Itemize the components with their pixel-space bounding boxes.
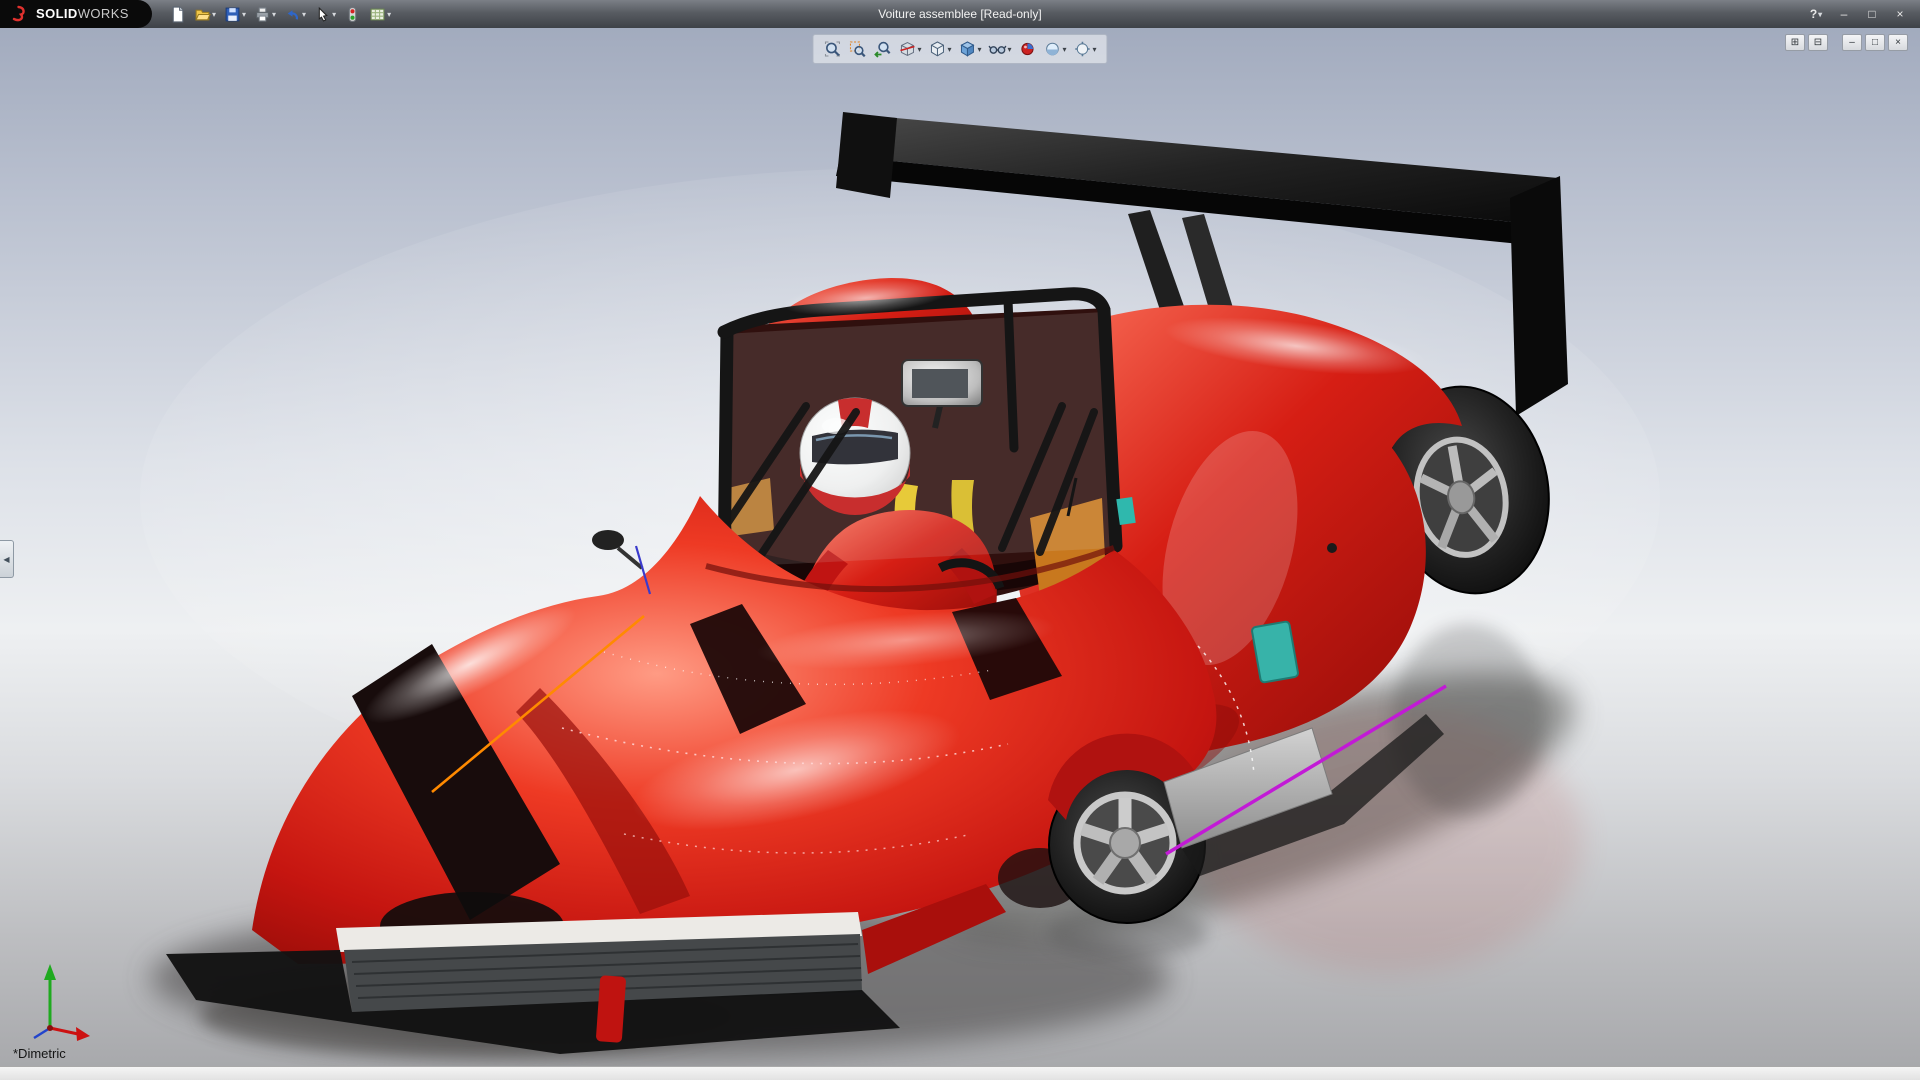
document-window-controls: ⊞ ⊟ – □ × bbox=[1785, 34, 1908, 51]
open-button[interactable]: ▾ bbox=[191, 2, 219, 26]
section-view-icon bbox=[898, 40, 916, 58]
open-icon bbox=[194, 6, 211, 23]
titlebar: SOLIDWORKS ▾ bbox=[0, 0, 1920, 28]
undo-icon bbox=[284, 6, 301, 23]
tow-post bbox=[596, 975, 627, 1043]
save-dropdown-arrow[interactable]: ▾ bbox=[242, 10, 246, 19]
brand-light: WORKS bbox=[78, 6, 129, 21]
hide-show-items-icon bbox=[989, 40, 1007, 58]
edit-appearance-icon bbox=[1019, 40, 1037, 58]
solidworks-window: SOLIDWORKS ▾ bbox=[0, 0, 1920, 1080]
edit-appearance-button[interactable] bbox=[1017, 37, 1039, 61]
print-icon bbox=[254, 6, 271, 23]
hide-show-items-button[interactable]: ▾ bbox=[987, 37, 1014, 61]
help-button[interactable]: ?▾ bbox=[1804, 4, 1828, 24]
display-style-button[interactable]: ▾ bbox=[956, 37, 983, 61]
save-icon bbox=[224, 6, 241, 23]
print-dropdown-arrow[interactable]: ▾ bbox=[272, 10, 276, 19]
open-dropdown-arrow[interactable]: ▾ bbox=[212, 10, 216, 19]
options-button[interactable]: ▾ bbox=[366, 2, 394, 26]
hide-show-items-dropdown-arrow[interactable]: ▾ bbox=[1008, 45, 1012, 54]
brand-bold: SOLID bbox=[36, 6, 78, 21]
graphics-viewport[interactable]: ▾ ▾ ▾ bbox=[0, 28, 1920, 1066]
dassault-systemes-icon bbox=[10, 4, 30, 24]
assembly-3d-view[interactable] bbox=[0, 28, 1920, 1066]
section-view-dropdown-arrow[interactable]: ▾ bbox=[917, 45, 921, 54]
undo-dropdown-arrow[interactable]: ▾ bbox=[302, 10, 306, 19]
zoom-to-fit-icon bbox=[823, 40, 841, 58]
brand-text: SOLIDWORKS bbox=[36, 5, 129, 23]
zoom-to-area-icon bbox=[848, 40, 866, 58]
close-button[interactable]: × bbox=[1888, 4, 1912, 24]
view-settings-button[interactable]: ▾ bbox=[1072, 37, 1099, 61]
panel-toggle-a-button[interactable]: ⊞ bbox=[1785, 34, 1805, 51]
heads-up-view-toolbar: ▾ ▾ ▾ bbox=[812, 34, 1107, 64]
restore-button[interactable]: □ bbox=[1860, 4, 1884, 24]
solidworks-logo: SOLIDWORKS bbox=[0, 0, 152, 28]
undo-button[interactable]: ▾ bbox=[281, 2, 309, 26]
save-button[interactable]: ▾ bbox=[221, 2, 249, 26]
previous-view-icon bbox=[873, 40, 891, 58]
orientation-triad bbox=[14, 958, 98, 1044]
view-orientation-icon bbox=[928, 40, 946, 58]
minimize-button[interactable]: – bbox=[1832, 4, 1856, 24]
doc-close-button[interactable]: × bbox=[1888, 34, 1908, 51]
apply-scene-icon bbox=[1044, 40, 1062, 58]
rebuild-button[interactable] bbox=[341, 2, 364, 26]
new-document-button[interactable] bbox=[166, 2, 189, 26]
section-view-button[interactable]: ▾ bbox=[896, 37, 923, 61]
options-dropdown-arrow[interactable]: ▾ bbox=[387, 10, 391, 19]
apply-scene-button[interactable]: ▾ bbox=[1042, 37, 1069, 61]
panel-toggle-b-button[interactable]: ⊟ bbox=[1808, 34, 1828, 51]
select-button[interactable]: ▾ bbox=[311, 2, 339, 26]
display-style-dropdown-arrow[interactable]: ▾ bbox=[977, 45, 981, 54]
options-icon bbox=[369, 6, 386, 23]
doc-minimize-button[interactable]: – bbox=[1842, 34, 1862, 51]
previous-view-button[interactable] bbox=[871, 37, 893, 61]
display-style-icon bbox=[958, 40, 976, 58]
titlebar-right-controls: ?▾ – □ × bbox=[1804, 4, 1920, 24]
view-orientation-button[interactable]: ▾ bbox=[926, 37, 953, 61]
help-dropdown-arrow[interactable]: ▾ bbox=[1818, 10, 1822, 19]
rebuild-icon bbox=[344, 6, 361, 23]
zoom-to-fit-button[interactable] bbox=[821, 37, 843, 61]
zoom-to-area-button[interactable] bbox=[846, 37, 868, 61]
feature-manager-collapse-tab[interactable]: ◀ bbox=[0, 540, 14, 578]
apply-scene-dropdown-arrow[interactable]: ▾ bbox=[1063, 45, 1067, 54]
view-orientation-label: *Dimetric bbox=[13, 1046, 66, 1061]
view-settings-dropdown-arrow[interactable]: ▾ bbox=[1093, 45, 1097, 54]
new-document-icon bbox=[169, 6, 186, 23]
titlebar-toolbar: ▾ ▾ ▾ bbox=[166, 2, 394, 26]
view-settings-icon bbox=[1074, 40, 1092, 58]
view-orientation-dropdown-arrow[interactable]: ▾ bbox=[947, 45, 951, 54]
doc-restore-button[interactable]: □ bbox=[1865, 34, 1885, 51]
select-dropdown-arrow[interactable]: ▾ bbox=[332, 10, 336, 19]
status-bar bbox=[0, 1066, 1920, 1080]
collapse-arrow-icon: ◀ bbox=[3, 555, 9, 564]
select-icon bbox=[314, 6, 331, 23]
print-button[interactable]: ▾ bbox=[251, 2, 279, 26]
